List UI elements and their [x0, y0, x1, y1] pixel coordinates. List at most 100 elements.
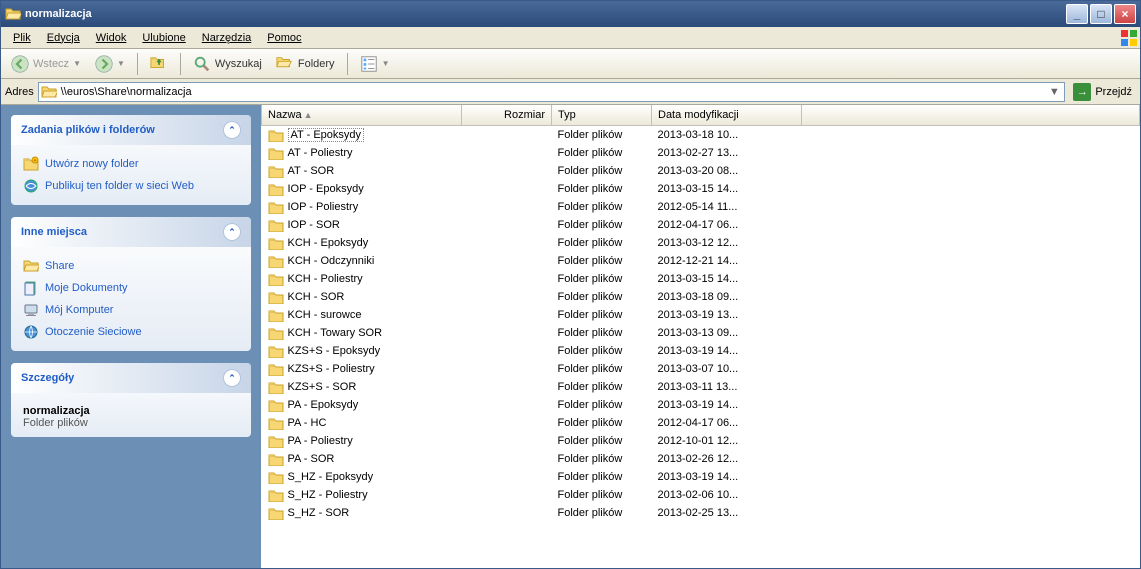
file-type: Folder plików [552, 125, 652, 144]
folder-icon [268, 128, 284, 142]
file-name: PA - Epoksydy [288, 399, 359, 411]
menubar: Plik Edycja Widok Ulubione Narzędzia Pom… [1, 27, 1140, 49]
file-name: S_HZ - Epoksydy [288, 471, 374, 483]
file-row[interactable]: KCH - Poliestry Folder plików 2013-03-15… [262, 270, 1140, 288]
menu-file[interactable]: Plik [5, 30, 39, 46]
collapse-icon: ⌃ [223, 369, 241, 387]
file-type: Folder plików [552, 432, 652, 450]
file-row[interactable]: AT - Epoksydy Folder plików 2013-03-18 1… [262, 125, 1140, 144]
maximize-button[interactable]: □ [1090, 4, 1112, 24]
file-row[interactable]: S_HZ - Epoksydy Folder plików 2013-03-19… [262, 468, 1140, 486]
newfolder-icon: ✦ [23, 156, 39, 172]
file-size [462, 162, 552, 180]
collapse-icon: ⌃ [223, 223, 241, 241]
place-label: Otoczenie Sieciowe [45, 326, 142, 338]
file-modified: 2013-02-06 10... [652, 486, 802, 504]
views-icon [360, 55, 378, 73]
file-row[interactable]: S_HZ - Poliestry Folder plików 2013-02-0… [262, 486, 1140, 504]
details-panel: Szczegóły ⌃ normalizacja Folder plików [11, 363, 251, 437]
file-row[interactable]: KZS+S - SOR Folder plików 2013-03-11 13.… [262, 378, 1140, 396]
file-size [462, 125, 552, 144]
file-row[interactable]: KCH - Epoksydy Folder plików 2013-03-12 … [262, 234, 1140, 252]
task-link[interactable]: ✦ Utwórz nowy folder [23, 153, 239, 175]
file-size [462, 216, 552, 234]
menu-view[interactable]: Widok [88, 30, 135, 46]
minimize-button[interactable]: _ [1066, 4, 1088, 24]
menu-favorites[interactable]: Ulubione [134, 30, 193, 46]
folder-icon [268, 182, 284, 196]
file-row[interactable]: KCH - Odczynniki Folder plików 2012-12-2… [262, 252, 1140, 270]
publish-icon [23, 178, 39, 194]
file-row[interactable]: KCH - SOR Folder plików 2013-03-18 09... [262, 288, 1140, 306]
file-type: Folder plików [552, 450, 652, 468]
details-header[interactable]: Szczegóły ⌃ [11, 363, 251, 393]
place-link[interactable]: Share [23, 255, 239, 277]
task-link[interactable]: Publikuj ten folder w sieci Web [23, 175, 239, 197]
windows-flag-icon [1120, 29, 1138, 47]
column-header-modified[interactable]: Data modyfikacji [652, 105, 802, 125]
address-dropdown-icon[interactable]: ▼ [1046, 86, 1062, 98]
file-row[interactable]: S_HZ - SOR Folder plików 2013-02-25 13..… [262, 504, 1140, 522]
folder-icon [268, 488, 284, 502]
folder-icon [268, 164, 284, 178]
file-size [462, 144, 552, 162]
mydocs-icon [23, 280, 39, 296]
file-type: Folder plików [552, 378, 652, 396]
file-row[interactable]: PA - HC Folder plików 2012-04-17 06... [262, 414, 1140, 432]
file-type: Folder plików [552, 252, 652, 270]
file-size [462, 324, 552, 342]
folders-button[interactable]: Foldery [270, 53, 341, 75]
file-row[interactable]: PA - Poliestry Folder plików 2012-10-01 … [262, 432, 1140, 450]
network-icon [23, 324, 39, 340]
search-button[interactable]: Wyszukaj [187, 53, 268, 75]
file-row[interactable]: PA - SOR Folder plików 2013-02-26 12... [262, 450, 1140, 468]
file-row[interactable]: IOP - SOR Folder plików 2012-04-17 06... [262, 216, 1140, 234]
address-path: \\euros\Share\normalizacja [61, 86, 1043, 98]
up-button[interactable] [144, 53, 174, 75]
go-button[interactable]: → Przejdź [1069, 83, 1136, 101]
main-content: Zadania plików i folderów ⌃ ✦ Utwórz nowy… [1, 105, 1140, 568]
file-modified: 2013-03-12 12... [652, 234, 802, 252]
file-size [462, 396, 552, 414]
views-button[interactable]: ▼ [354, 53, 396, 75]
menu-tools[interactable]: Narzędzia [194, 30, 260, 46]
place-link[interactable]: Mój Komputer [23, 299, 239, 321]
file-name: KCH - surowce [288, 309, 362, 321]
mycomp-icon [23, 302, 39, 318]
folder-icon [268, 506, 284, 520]
file-row[interactable]: KCH - Towary SOR Folder plików 2013-03-1… [262, 324, 1140, 342]
file-modified: 2013-03-15 14... [652, 180, 802, 198]
file-row[interactable]: AT - SOR Folder plików 2013-03-20 08... [262, 162, 1140, 180]
file-type: Folder plików [552, 270, 652, 288]
column-header-type[interactable]: Typ [552, 105, 652, 125]
file-size [462, 198, 552, 216]
task-label: Utwórz nowy folder [45, 158, 139, 170]
sort-asc-icon: ▲ [304, 110, 313, 120]
folder-icon [268, 434, 284, 448]
file-row[interactable]: KZS+S - Epoksydy Folder plików 2013-03-1… [262, 342, 1140, 360]
menu-edit[interactable]: Edycja [39, 30, 88, 46]
file-row[interactable]: KZS+S - Poliestry Folder plików 2013-03-… [262, 360, 1140, 378]
file-size [462, 414, 552, 432]
forward-button[interactable]: ▼ [89, 53, 131, 75]
places-header[interactable]: Inne miejsca ⌃ [11, 217, 251, 247]
file-name: IOP - Epoksydy [288, 183, 364, 195]
back-button[interactable]: Wstecz ▼ [5, 53, 87, 75]
column-header-name[interactable]: Nazwa▲ [262, 105, 462, 125]
file-row[interactable]: IOP - Poliestry Folder plików 2012-05-14… [262, 198, 1140, 216]
file-row[interactable]: IOP - Epoksydy Folder plików 2013-03-15 … [262, 180, 1140, 198]
column-header-size[interactable]: Rozmiar [462, 105, 552, 125]
file-row[interactable]: AT - Poliestry Folder plików 2013-02-27 … [262, 144, 1140, 162]
file-type: Folder plików [552, 324, 652, 342]
menu-help[interactable]: Pomoc [259, 30, 309, 46]
file-type: Folder plików [552, 234, 652, 252]
place-label: Mój Komputer [45, 304, 113, 316]
file-row[interactable]: KCH - surowce Folder plików 2013-03-19 1… [262, 306, 1140, 324]
file-type: Folder plików [552, 342, 652, 360]
place-link[interactable]: Otoczenie Sieciowe [23, 321, 239, 343]
close-button[interactable]: × [1114, 4, 1136, 24]
place-link[interactable]: Moje Dokumenty [23, 277, 239, 299]
tasks-header[interactable]: Zadania plików i folderów ⌃ [11, 115, 251, 145]
address-input[interactable]: \\euros\Share\normalizacja ▼ [38, 82, 1066, 102]
file-row[interactable]: PA - Epoksydy Folder plików 2013-03-19 1… [262, 396, 1140, 414]
